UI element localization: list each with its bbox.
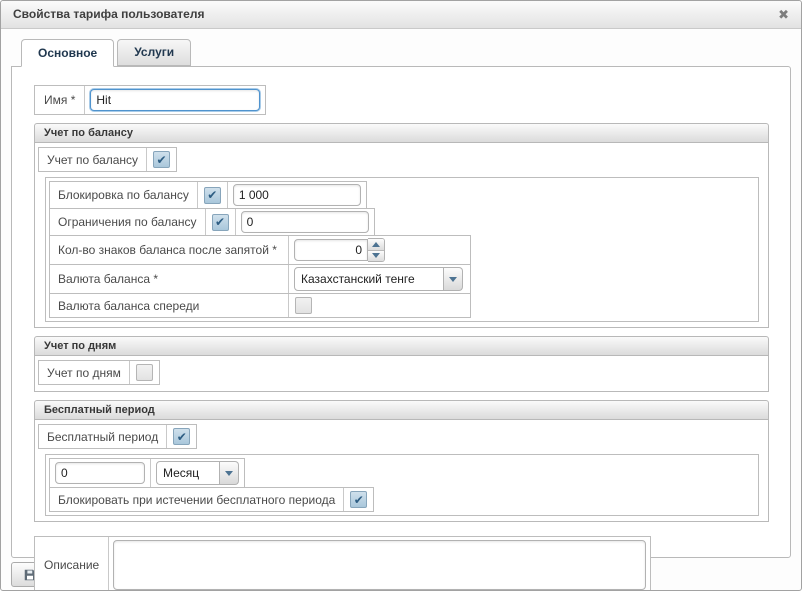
balance-section: Учет по балансу Учет по балансу Блокиров… [34,123,769,328]
balance-decimals-spinner [294,238,385,262]
balance-currency-combo[interactable]: Казахстанский тенге [294,267,463,291]
description-textarea[interactable] [113,540,646,590]
balance-currency-front-label: Валюта баланса спереди [58,299,199,313]
balance-decimals-label: Кол-во знаков баланса после запятой * [58,243,277,257]
dialog-titlebar: Свойства тарифа пользователя ✖ [1,1,801,29]
description-label: Описание [44,558,99,572]
free-period-block-row: Блокировать при истечении бесплатного пе… [49,487,374,512]
balance-currency-value[interactable]: Казахстанский тенге [294,267,444,291]
free-period-fieldset: Месяц Блокировать при истечении бесплатн… [45,454,759,516]
balance-limit-checkbox[interactable] [212,214,229,231]
dialog-title: Свойства тарифа пользователя [13,1,204,28]
balance-section-header: Учет по балансу [34,123,769,143]
balance-currency-row: Валюта баланса * Казахстанский тенге [49,264,471,294]
name-input[interactable] [90,89,260,111]
tab-content: Имя * Учет по балансу Учет по балансу Бл… [11,66,791,558]
free-period-toggle-row: Бесплатный период [38,424,197,449]
balance-currency-front-checkbox[interactable] [295,297,312,314]
description-row: Описание [34,536,651,591]
free-period-unit-value[interactable]: Месяц [156,461,220,485]
balance-block-checkbox[interactable] [204,187,221,204]
balance-block-label: Блокировка по балансу [58,188,189,202]
balance-limit-input[interactable] [241,211,369,233]
daily-section-header: Учет по дням [34,336,769,356]
spinner-up-button[interactable] [368,239,384,250]
name-row: Имя * [34,85,266,115]
balance-toggle-row: Учет по балансу [38,147,177,172]
balance-toggle-label: Учет по балансу [47,153,138,167]
balance-toggle-checkbox[interactable] [153,151,170,168]
daily-toggle-label: Учет по дням [47,366,121,380]
close-icon[interactable]: ✖ [778,8,789,21]
free-period-toggle-checkbox[interactable] [173,428,190,445]
daily-toggle-checkbox[interactable] [136,364,153,381]
name-label: Имя * [44,93,75,107]
chevron-down-icon[interactable] [444,267,463,291]
daily-section: Учет по дням Учет по дням [34,336,769,392]
tab-strip: Основное Услуги [11,39,791,66]
free-period-unit-combo[interactable]: Месяц [156,461,239,485]
tab-services[interactable]: Услуги [117,39,191,66]
balance-block-row: Блокировка по балансу [49,181,367,209]
chevron-down-icon[interactable] [220,461,239,485]
free-period-toggle-label: Бесплатный период [47,430,158,444]
balance-currency-label: Валюта баланса * [58,272,158,286]
balance-decimals-row: Кол-во знаков баланса после запятой * [49,235,471,265]
free-period-duration-input[interactable] [55,462,145,484]
free-period-block-label: Блокировать при истечении бесплатного пе… [58,493,335,507]
free-period-section-header: Бесплатный период [34,400,769,420]
balance-block-input[interactable] [233,184,361,206]
balance-limit-label: Ограничения по балансу [58,215,197,229]
tab-panel: Основное Услуги Имя * Учет по балансу Уч… [11,39,791,558]
free-period-block-checkbox[interactable] [350,491,367,508]
balance-currency-front-row: Валюта баланса спереди [49,293,471,318]
daily-toggle-row: Учет по дням [38,360,160,385]
spinner-down-button[interactable] [368,250,384,262]
tab-main[interactable]: Основное [21,39,114,67]
balance-limit-row: Ограничения по балансу [49,208,375,236]
free-period-section: Бесплатный период Бесплатный период [34,400,769,522]
free-period-duration-row: Месяц [49,458,245,488]
up-down-arrows-icon [368,238,385,262]
balance-fieldset: Блокировка по балансу Ограничения по бал… [45,177,759,322]
balance-decimals-input[interactable] [294,239,368,261]
dialog-window: Свойства тарифа пользователя ✖ Основное … [0,0,802,591]
